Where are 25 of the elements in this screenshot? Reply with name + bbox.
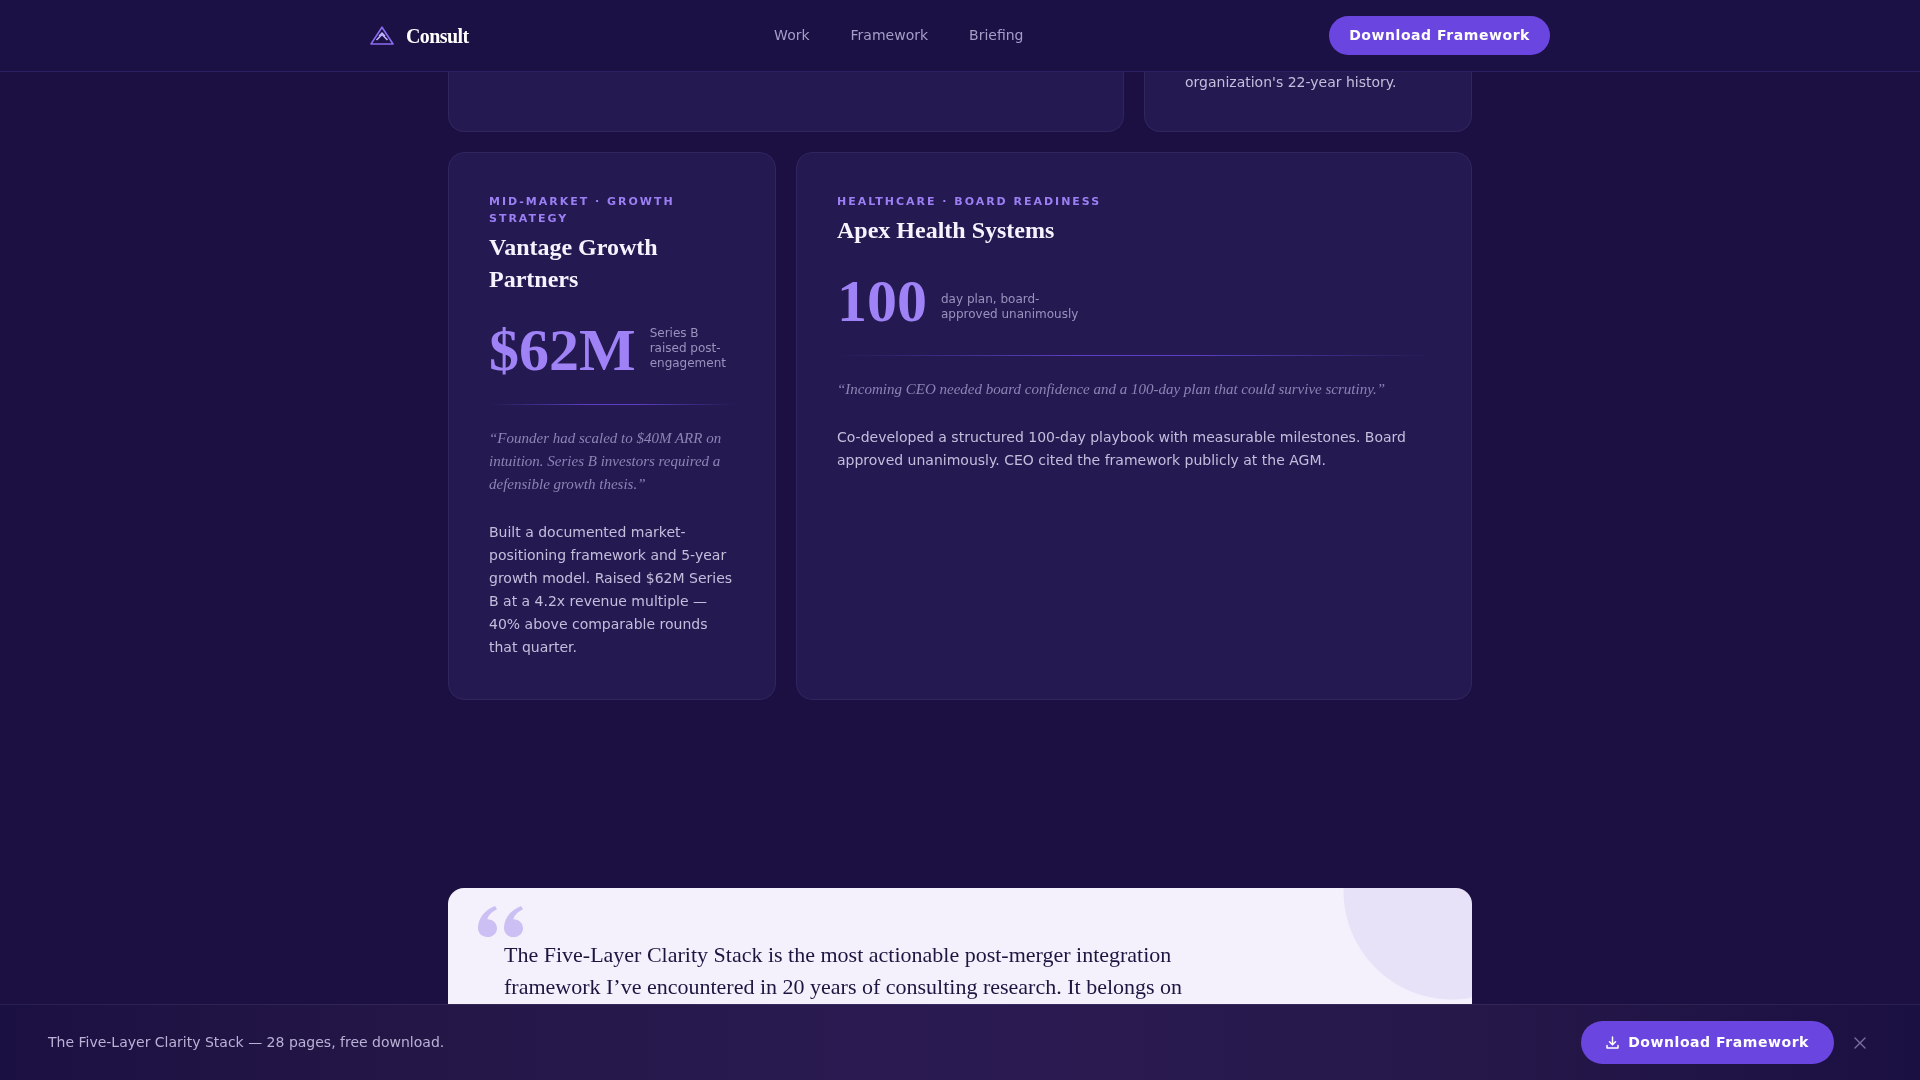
download-button[interactable]: Download Framework	[1329, 16, 1550, 55]
stat-value: $62M	[489, 320, 636, 380]
close-icon	[1854, 1036, 1866, 1049]
brand-link[interactable]: Consult	[370, 20, 469, 51]
quote-mark-icon	[478, 906, 524, 937]
case-description: organization's 22-year history.	[1185, 74, 1398, 91]
nav-link[interactable]: Framework	[850, 25, 929, 46]
layered-triangle-icon	[370, 26, 394, 45]
download-button[interactable]: Download Framework	[1581, 1021, 1834, 1064]
stat-value: 100	[837, 271, 927, 331]
case-category: HEALTHCARE · BOARD READINESS	[837, 194, 1103, 210]
case-quote: “Incoming CEO needed board confidence and a 100-day plan that could survive scrutiny.”	[837, 380, 1387, 399]
nav-link[interactable]: Work	[774, 25, 810, 46]
case-description: Built a documented market-positioning framework and 5-year growth model. Raised $62M Series B at a 4.2x revenue multiple — 40% above comparable rounds that quarter.	[489, 523, 734, 657]
stat-caption: day plan, board-approved unanimously	[941, 292, 1080, 322]
case-description: Co-developed a structured 100-day playbook with measurable milestones. Board approved unanimously. CEO cited the framework publicly at the AGM.	[837, 428, 1407, 470]
case-category: MID-MARKET · GROWTH STRATEGY	[489, 194, 676, 227]
nav-link[interactable]: Briefing	[969, 25, 1024, 46]
case-quote: “Founder had scaled to $40M ARR on intuition. Series B investors required a defensible growth thesis.”	[489, 429, 723, 494]
testimonial-quote: The Five-Layer Clarity Stack is the most actionable post-merger integration framework I’ve encountered in 20 years of consulting research. It belongs on	[504, 941, 1184, 1001]
case-title: Vantage Growth Partners	[489, 233, 659, 294]
bar-message: The Five-Layer Clarity Stack — 28 pages, free download.	[48, 1033, 446, 1052]
download-icon	[1606, 1036, 1620, 1049]
case-title: Apex Health Systems	[837, 216, 1056, 245]
stat-caption: Series B raised post-engagement	[649, 326, 727, 371]
